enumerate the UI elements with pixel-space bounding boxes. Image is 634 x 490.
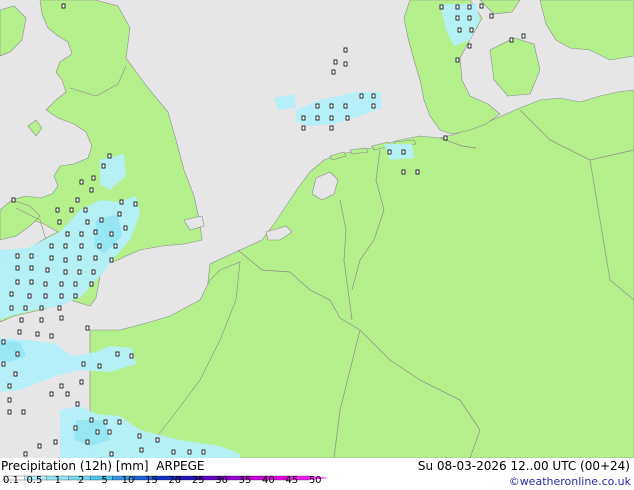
legend-tick-label: 5 [101, 475, 108, 486]
legend-tick-label: 0.5 [26, 475, 43, 486]
title-text: Precipitation (12h) [mm] [1, 459, 149, 473]
weather-map-frame: Precipitation (12h) [mm] ARPEGE Su 08-03… [0, 0, 634, 490]
legend-tick-label: 30 [215, 475, 228, 486]
precipitation-map [0, 0, 634, 458]
legend-tick-label: 25 [191, 475, 205, 486]
legend-tick-label: 2 [78, 475, 85, 486]
legend-tick-label: 20 [168, 475, 182, 486]
legend-tick-label: 50 [308, 475, 322, 486]
legend-tick-label: 35 [238, 475, 252, 486]
map-footer: Precipitation (12h) [mm] ARPEGE Su 08-03… [0, 458, 634, 490]
legend-tick-label: 15 [145, 475, 158, 486]
legend-tick-label: 40 [262, 475, 275, 486]
legend-tick-label: 0.1 [3, 475, 19, 486]
valid-time: Su 08-03-2026 12..00 UTC (00+24) [417, 459, 630, 473]
legend-tick-label: 1 [54, 475, 61, 486]
model-name: ARPEGE [156, 459, 205, 473]
credit-link[interactable]: ©weatheronline.co.uk [509, 475, 631, 489]
legend-tick-label: 45 [285, 475, 299, 486]
map-title: Precipitation (12h) [mm] ARPEGE [1, 459, 205, 473]
legend-tick-label: 10 [121, 475, 135, 486]
